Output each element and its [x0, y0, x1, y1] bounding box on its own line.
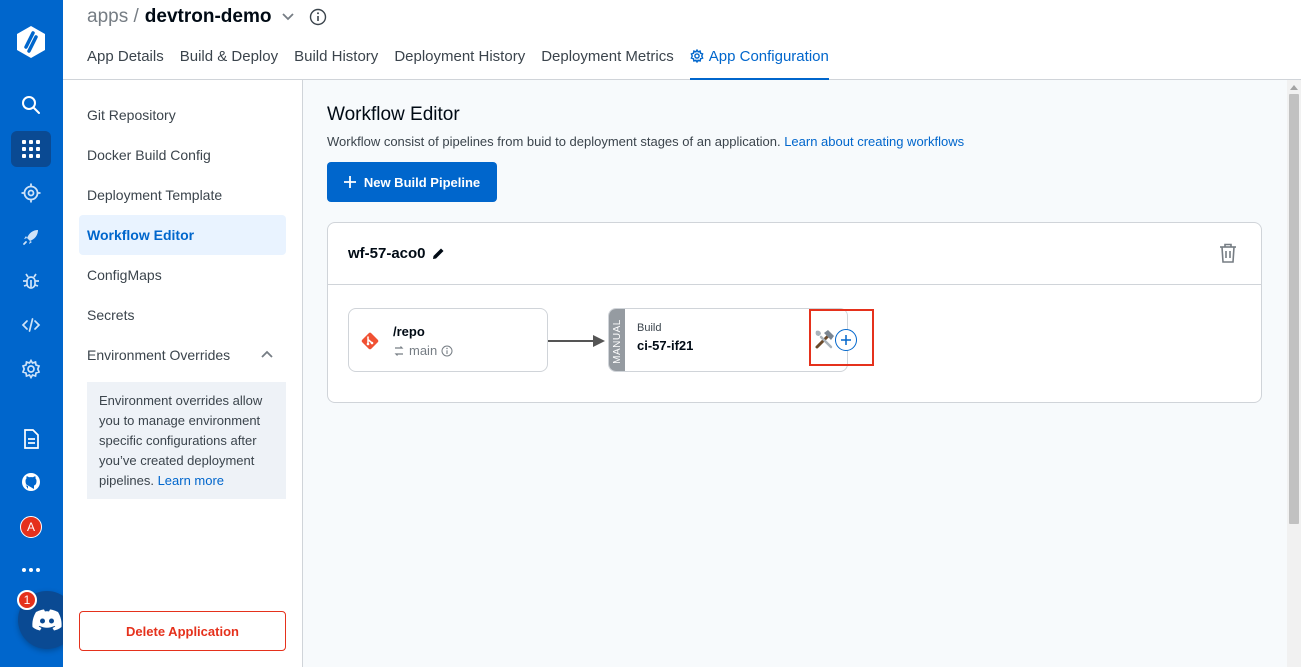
- sidebar-item-label: Environment Overrides: [87, 347, 231, 363]
- branch-icon: [393, 345, 405, 357]
- breadcrumb-apps[interactable]: apps /: [87, 6, 139, 28]
- workflow-name: wf-57-aco0: [348, 245, 445, 262]
- workflow-name-text: wf-57-aco0: [348, 245, 426, 262]
- info-icon[interactable]: [441, 345, 453, 357]
- app-tabs: App Details Build & Deploy Build History…: [87, 48, 845, 80]
- app-title: apps / devtron-demo: [87, 6, 327, 28]
- page-title: Workflow Editor: [327, 104, 460, 125]
- sidebar-item-configmaps[interactable]: ConfigMaps: [79, 255, 286, 295]
- chart-store-icon[interactable]: [11, 175, 51, 211]
- search-icon[interactable]: [11, 87, 51, 123]
- vertical-scrollbar[interactable]: [1287, 80, 1301, 667]
- repo-name: /repo: [393, 324, 425, 339]
- tab-deployment-history[interactable]: Deployment History: [394, 48, 525, 80]
- node-type: Build: [637, 322, 662, 334]
- plus-icon: [841, 335, 851, 345]
- sidebar-item-git-repository[interactable]: Git Repository: [79, 95, 286, 135]
- branch-info: main: [393, 343, 453, 358]
- button-label: New Build Pipeline: [363, 174, 481, 190]
- notification-badge: 1: [17, 590, 37, 610]
- build-pipeline-node[interactable]: MANUAL Build ci-57-if21: [608, 308, 848, 372]
- security-bug-icon[interactable]: [11, 263, 51, 299]
- tab-deployment-metrics[interactable]: Deployment Metrics: [541, 48, 674, 80]
- tab-app-details[interactable]: App Details: [87, 48, 164, 80]
- subtitle-text: Workflow consist of pipelines from buid …: [327, 134, 781, 149]
- discord-icon: [32, 609, 62, 631]
- plus-icon: [343, 176, 356, 188]
- tab-label: App Configuration: [708, 48, 829, 65]
- pipeline-connector-arrow: [548, 335, 605, 347]
- build-tools-icon: [813, 329, 835, 351]
- sidebar-item-environment-overrides[interactable]: Environment Overrides: [79, 335, 286, 375]
- pipeline-name: ci-57-if21: [637, 338, 694, 353]
- tab-build-deploy[interactable]: Build & Deploy: [180, 48, 278, 80]
- app-header: apps / devtron-demo App Details Build & …: [63, 0, 1301, 80]
- docs-icon[interactable]: [11, 421, 51, 457]
- tab-build-history[interactable]: Build History: [294, 48, 378, 80]
- user-avatar[interactable]: A: [20, 516, 42, 538]
- sidebar-item-deployment-template[interactable]: Deployment Template: [79, 175, 286, 215]
- deploy-rocket-icon[interactable]: [11, 219, 51, 255]
- scrollbar-thumb[interactable]: [1289, 94, 1299, 524]
- edit-pencil-icon[interactable]: [432, 247, 445, 260]
- git-source-node[interactable]: /repo main: [348, 308, 548, 372]
- sidebar-item-workflow-editor[interactable]: Workflow Editor: [79, 215, 286, 255]
- sidebar-item-secrets[interactable]: Secrets: [79, 295, 286, 335]
- info-icon[interactable]: [309, 8, 327, 26]
- devtron-logo-icon[interactable]: [11, 24, 51, 60]
- more-icon[interactable]: [11, 552, 51, 588]
- page-subtitle: Workflow consist of pipelines from buid …: [327, 134, 964, 149]
- workflow-card: wf-57-aco0 /repo main MANUAL Build ci-57…: [327, 222, 1262, 403]
- config-sidebar: Git Repository Docker Build Config Deplo…: [63, 80, 303, 667]
- workflow-editor-main: Workflow Editor Workflow consist of pipe…: [303, 80, 1287, 667]
- learn-about-workflows-link[interactable]: Learn about creating workflows: [784, 134, 964, 149]
- new-build-pipeline-button[interactable]: New Build Pipeline: [327, 162, 497, 202]
- environment-overrides-note: Environment overrides allow you to manag…: [87, 382, 286, 499]
- learn-more-link[interactable]: Learn more: [158, 473, 224, 488]
- scroll-up-arrow-icon[interactable]: [1290, 84, 1298, 90]
- branch-name: main: [409, 343, 438, 358]
- settings-gear-icon[interactable]: [11, 351, 51, 387]
- add-pipeline-button[interactable]: [835, 329, 857, 351]
- delete-trash-icon[interactable]: [1219, 243, 1237, 263]
- apps-grid-icon[interactable]: [11, 131, 51, 167]
- app-name: devtron-demo: [144, 6, 272, 27]
- git-icon: [361, 332, 379, 350]
- delete-application-button[interactable]: Delete Application: [79, 611, 286, 651]
- code-icon[interactable]: [11, 307, 51, 343]
- tab-app-configuration[interactable]: App Configuration: [689, 48, 829, 80]
- github-icon[interactable]: [11, 464, 51, 500]
- gear-icon: [690, 49, 704, 63]
- left-nav-rail: A: [0, 0, 63, 667]
- workflow-header: wf-57-aco0: [328, 223, 1261, 285]
- sidebar-item-docker-build-config[interactable]: Docker Build Config: [79, 135, 286, 175]
- chevron-down-icon[interactable]: [281, 12, 295, 22]
- chevron-up-icon[interactable]: [260, 349, 274, 359]
- manual-trigger-label: MANUAL: [609, 309, 625, 371]
